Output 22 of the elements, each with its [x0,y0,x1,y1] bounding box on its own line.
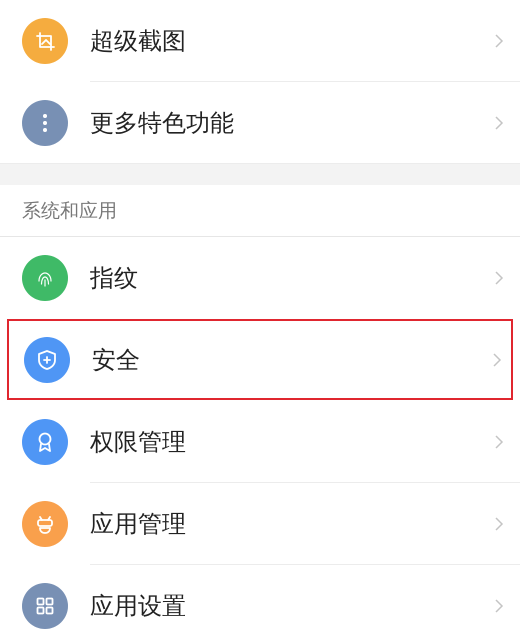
highlighted-settings-item[interactable]: 安全 [7,319,513,400]
chevron-right-icon [494,516,504,532]
settings-item[interactable]: 指纹 [0,237,520,318]
item-label: 超级截图 [90,26,187,56]
item-label: 应用设置 [90,590,187,622]
chevron-right-icon [494,32,504,48]
chevron-right-icon [492,352,502,368]
chevron-right-icon [494,434,504,450]
settings-item[interactable]: 权限管理 [0,401,520,482]
settings-item[interactable]: 应用管理 [0,483,520,564]
item-label: 应用管理 [90,508,187,540]
settings-item[interactable]: 应用设置 [0,565,520,635]
settings-item[interactable]: 更多特色功能 [0,82,520,163]
chevron-right-icon [494,270,504,286]
item-label: 更多特色功能 [90,108,235,138]
chevron-right-icon [494,598,504,614]
chevron-right-icon [494,114,504,130]
item-label: 权限管理 [90,426,187,458]
section-header: 系统和应用 [22,198,117,224]
item-label: 指纹 [90,262,139,294]
item-label: 安全 [92,344,141,376]
settings-item[interactable]: 超级截图 [0,0,520,81]
